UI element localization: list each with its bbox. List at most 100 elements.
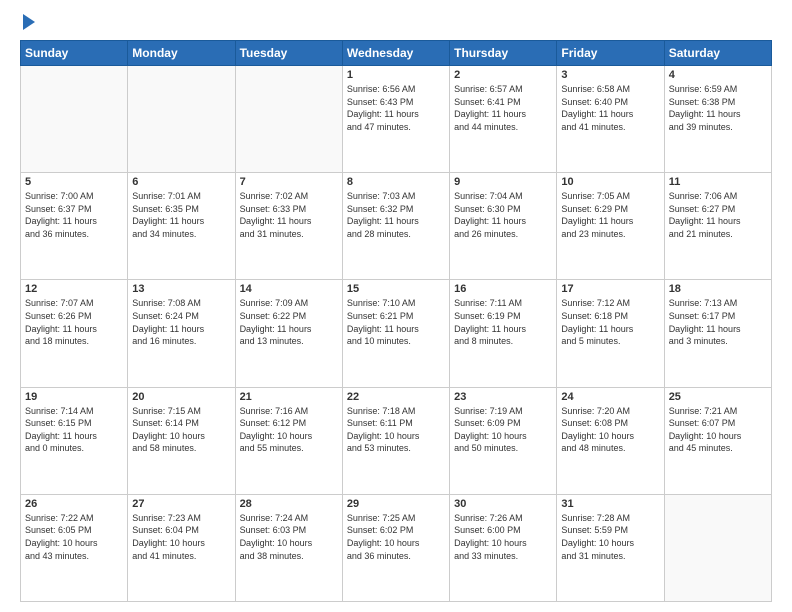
calendar-cell: 1 Sunrise: 6:56 AMSunset: 6:43 PMDaylight… xyxy=(342,66,449,173)
calendar-cell: 6 Sunrise: 7:01 AMSunset: 6:35 PMDaylight… xyxy=(128,173,235,280)
day-number: 21 xyxy=(240,391,338,403)
day-info: Sunrise: 7:21 AMSunset: 6:07 PMDaylight:… xyxy=(669,405,767,455)
day-info: Sunrise: 6:56 AMSunset: 6:43 PMDaylight:… xyxy=(347,83,445,133)
day-number: 16 xyxy=(454,283,552,295)
day-number: 2 xyxy=(454,69,552,81)
calendar-cell: 24 Sunrise: 7:20 AMSunset: 6:08 PMDayligh… xyxy=(557,387,664,494)
day-info: Sunrise: 7:14 AMSunset: 6:15 PMDaylight:… xyxy=(25,405,123,455)
day-number: 27 xyxy=(132,498,230,510)
day-info: Sunrise: 7:26 AMSunset: 6:00 PMDaylight:… xyxy=(454,512,552,562)
calendar-header-friday: Friday xyxy=(557,41,664,66)
calendar-cell: 27Sunrise: 7:23 AMSunset: 6:04 PMDayligh… xyxy=(128,494,235,601)
calendar-cell: 26 Sunrise: 7:22 AMSunset: 6:05 PMDayligh… xyxy=(21,494,128,601)
calendar-week-row: 1 Sunrise: 6:56 AMSunset: 6:43 PMDaylight… xyxy=(21,66,772,173)
day-number: 7 xyxy=(240,176,338,188)
day-number: 29 xyxy=(347,498,445,510)
day-number: 14 xyxy=(240,283,338,295)
calendar-week-row: 12 Sunrise: 7:07 AMSunset: 6:26 PMDayligh… xyxy=(21,280,772,387)
calendar-cell: 3Sunrise: 6:58 AMSunset: 6:40 PMDaylight… xyxy=(557,66,664,173)
calendar-week-row: 5 Sunrise: 7:00 AMSunset: 6:37 PMDaylight… xyxy=(21,173,772,280)
calendar-cell xyxy=(21,66,128,173)
calendar-header-sunday: Sunday xyxy=(21,41,128,66)
day-number: 1 xyxy=(347,69,445,81)
day-info: Sunrise: 7:13 AMSunset: 6:17 PMDaylight:… xyxy=(669,297,767,347)
calendar-cell: 23 Sunrise: 7:19 AMSunset: 6:09 PMDayligh… xyxy=(450,387,557,494)
day-number: 15 xyxy=(347,283,445,295)
day-info: Sunrise: 7:15 AMSunset: 6:14 PMDaylight:… xyxy=(132,405,230,455)
day-info: Sunrise: 7:11 AMSunset: 6:19 PMDaylight:… xyxy=(454,297,552,347)
day-number: 31 xyxy=(561,498,659,510)
day-number: 12 xyxy=(25,283,123,295)
day-info: Sunrise: 7:05 AMSunset: 6:29 PMDaylight:… xyxy=(561,190,659,240)
day-info: Sunrise: 7:02 AMSunset: 6:33 PMDaylight:… xyxy=(240,190,338,240)
calendar-week-row: 26 Sunrise: 7:22 AMSunset: 6:05 PMDayligh… xyxy=(21,494,772,601)
day-number: 19 xyxy=(25,391,123,403)
calendar-cell: 18Sunrise: 7:13 AMSunset: 6:17 PMDayligh… xyxy=(664,280,771,387)
header xyxy=(20,16,772,30)
calendar-cell: 28 Sunrise: 7:24 AMSunset: 6:03 PMDayligh… xyxy=(235,494,342,601)
calendar-header-saturday: Saturday xyxy=(664,41,771,66)
day-info: Sunrise: 7:06 AMSunset: 6:27 PMDaylight:… xyxy=(669,190,767,240)
day-number: 20 xyxy=(132,391,230,403)
day-number: 26 xyxy=(25,498,123,510)
calendar-cell: 9 Sunrise: 7:04 AMSunset: 6:30 PMDaylight… xyxy=(450,173,557,280)
calendar-cell: 11Sunrise: 7:06 AMSunset: 6:27 PMDayligh… xyxy=(664,173,771,280)
calendar-cell xyxy=(235,66,342,173)
calendar-header-wednesday: Wednesday xyxy=(342,41,449,66)
calendar-cell: 14 Sunrise: 7:09 AMSunset: 6:22 PMDayligh… xyxy=(235,280,342,387)
page: SundayMondayTuesdayWednesdayThursdayFrid… xyxy=(0,0,792,612)
day-number: 10 xyxy=(561,176,659,188)
calendar-cell: 16 Sunrise: 7:11 AMSunset: 6:19 PMDayligh… xyxy=(450,280,557,387)
day-info: Sunrise: 7:08 AMSunset: 6:24 PMDaylight:… xyxy=(132,297,230,347)
day-info: Sunrise: 6:59 AMSunset: 6:38 PMDaylight:… xyxy=(669,83,767,133)
day-info: Sunrise: 7:20 AMSunset: 6:08 PMDaylight:… xyxy=(561,405,659,455)
day-info: Sunrise: 7:10 AMSunset: 6:21 PMDaylight:… xyxy=(347,297,445,347)
day-info: Sunrise: 7:19 AMSunset: 6:09 PMDaylight:… xyxy=(454,405,552,455)
day-info: Sunrise: 7:00 AMSunset: 6:37 PMDaylight:… xyxy=(25,190,123,240)
day-info: Sunrise: 6:57 AMSunset: 6:41 PMDaylight:… xyxy=(454,83,552,133)
calendar-cell: 17Sunrise: 7:12 AMSunset: 6:18 PMDayligh… xyxy=(557,280,664,387)
calendar-cell: 21 Sunrise: 7:16 AMSunset: 6:12 PMDayligh… xyxy=(235,387,342,494)
calendar-cell: 10 Sunrise: 7:05 AMSunset: 6:29 PMDayligh… xyxy=(557,173,664,280)
day-info: Sunrise: 7:01 AMSunset: 6:35 PMDaylight:… xyxy=(132,190,230,240)
day-number: 6 xyxy=(132,176,230,188)
day-info: Sunrise: 7:22 AMSunset: 6:05 PMDaylight:… xyxy=(25,512,123,562)
calendar-cell: 29Sunrise: 7:25 AMSunset: 6:02 PMDayligh… xyxy=(342,494,449,601)
calendar-cell: 31Sunrise: 7:28 AMSunset: 5:59 PMDayligh… xyxy=(557,494,664,601)
day-number: 8 xyxy=(347,176,445,188)
day-info: Sunrise: 7:03 AMSunset: 6:32 PMDaylight:… xyxy=(347,190,445,240)
day-number: 28 xyxy=(240,498,338,510)
calendar-week-row: 19 Sunrise: 7:14 AMSunset: 6:15 PMDayligh… xyxy=(21,387,772,494)
day-info: Sunrise: 7:12 AMSunset: 6:18 PMDaylight:… xyxy=(561,297,659,347)
calendar-cell: 15 Sunrise: 7:10 AMSunset: 6:21 PMDayligh… xyxy=(342,280,449,387)
calendar-header-monday: Monday xyxy=(128,41,235,66)
day-info: Sunrise: 7:07 AMSunset: 6:26 PMDaylight:… xyxy=(25,297,123,347)
day-info: Sunrise: 7:18 AMSunset: 6:11 PMDaylight:… xyxy=(347,405,445,455)
day-info: Sunrise: 7:04 AMSunset: 6:30 PMDaylight:… xyxy=(454,190,552,240)
calendar-header-tuesday: Tuesday xyxy=(235,41,342,66)
day-number: 3 xyxy=(561,69,659,81)
calendar-cell: 12 Sunrise: 7:07 AMSunset: 6:26 PMDayligh… xyxy=(21,280,128,387)
day-number: 25 xyxy=(669,391,767,403)
calendar-cell: 13 Sunrise: 7:08 AMSunset: 6:24 PMDayligh… xyxy=(128,280,235,387)
day-number: 13 xyxy=(132,283,230,295)
calendar-cell: 8 Sunrise: 7:03 AMSunset: 6:32 PMDaylight… xyxy=(342,173,449,280)
day-number: 22 xyxy=(347,391,445,403)
calendar-cell: 22 Sunrise: 7:18 AMSunset: 6:11 PMDayligh… xyxy=(342,387,449,494)
day-info: Sunrise: 7:09 AMSunset: 6:22 PMDaylight:… xyxy=(240,297,338,347)
calendar-cell: 20 Sunrise: 7:15 AMSunset: 6:14 PMDayligh… xyxy=(128,387,235,494)
calendar-cell: 2 Sunrise: 6:57 AMSunset: 6:41 PMDaylight… xyxy=(450,66,557,173)
calendar-cell: 30Sunrise: 7:26 AMSunset: 6:00 PMDayligh… xyxy=(450,494,557,601)
logo xyxy=(20,16,35,30)
day-info: Sunrise: 7:16 AMSunset: 6:12 PMDaylight:… xyxy=(240,405,338,455)
day-number: 23 xyxy=(454,391,552,403)
calendar-cell xyxy=(664,494,771,601)
day-info: Sunrise: 7:24 AMSunset: 6:03 PMDaylight:… xyxy=(240,512,338,562)
calendar-cell: 19 Sunrise: 7:14 AMSunset: 6:15 PMDayligh… xyxy=(21,387,128,494)
day-number: 5 xyxy=(25,176,123,188)
day-number: 9 xyxy=(454,176,552,188)
calendar-header-thursday: Thursday xyxy=(450,41,557,66)
calendar-header-row: SundayMondayTuesdayWednesdayThursdayFrid… xyxy=(21,41,772,66)
calendar-cell: 4Sunrise: 6:59 AMSunset: 6:38 PMDaylight… xyxy=(664,66,771,173)
day-number: 24 xyxy=(561,391,659,403)
